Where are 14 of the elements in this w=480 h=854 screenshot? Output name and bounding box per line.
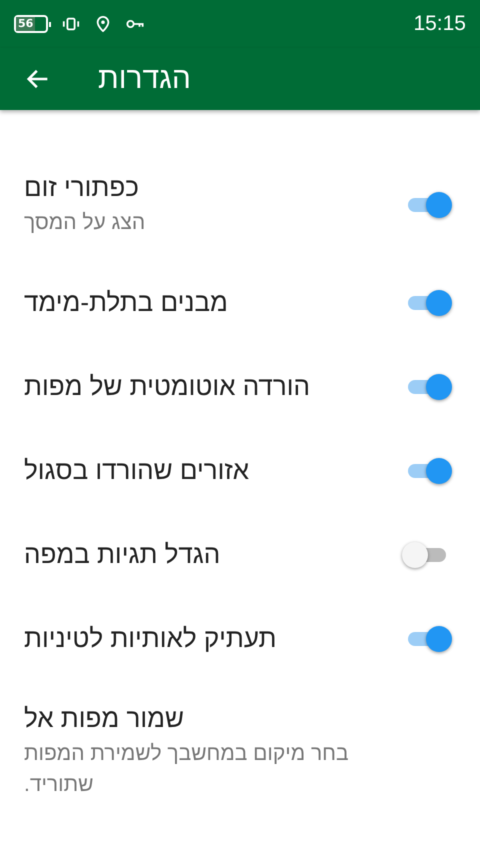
setting-title[interactable]: תעתיק לאותיות לטיניות <box>24 623 276 654</box>
setting-title[interactable]: אזורים שהורדו בסגול <box>24 455 250 486</box>
screen-title: הגדרות <box>98 62 191 96</box>
setting-title[interactable]: מבנים בתלת-מימד <box>24 287 228 318</box>
setting-description: הצג על המסך <box>24 210 146 236</box>
setting-title[interactable]: כפתורי זום <box>24 172 139 203</box>
location-icon <box>94 16 112 32</box>
status-time: 15:15 <box>413 12 466 36</box>
setting-description: בחר מיקום במחשבך לשמירת המפות שתוריד. <box>24 740 350 798</box>
setting-title[interactable]: הגדל תגיות במפה <box>24 539 220 570</box>
setting-title[interactable]: שמור מפות אל <box>24 702 184 734</box>
setting-title[interactable]: הורדה אוטומטית של מפות <box>24 371 310 402</box>
battery-icon: 56 <box>14 15 48 33</box>
vibrate-icon <box>62 16 80 32</box>
